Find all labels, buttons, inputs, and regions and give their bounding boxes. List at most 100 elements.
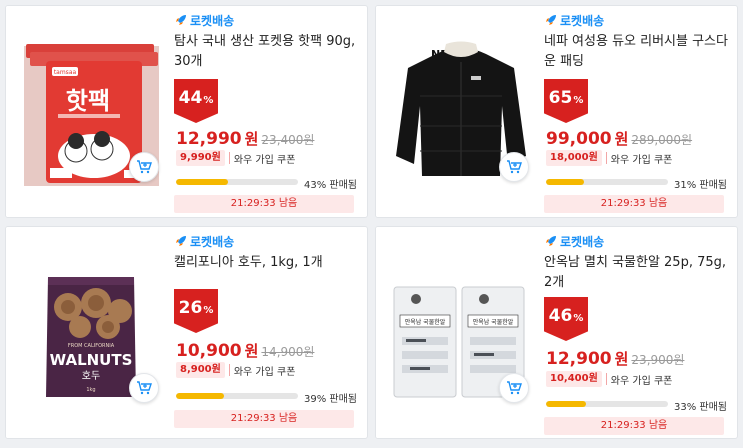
add-to-cart-button[interactable]: [499, 373, 529, 403]
sold-progress-fill: [176, 179, 229, 185]
product-card-hotpack[interactable]: tamsaa 핫팩 로켓배송 탐사 국내 생산 포켓용 핫팩 90g, 30개 …: [5, 5, 368, 218]
cart-plus-icon: [137, 381, 152, 395]
sold-text: 39% 판매됨: [304, 394, 358, 405]
sold-progress-bar: [546, 401, 668, 407]
product-title[interactable]: 안옥남 멸치 국물한알 25p, 75g, 2개: [544, 253, 730, 293]
coupon-row: 10,400원 와우 가입 쿠폰: [546, 371, 672, 387]
sold-progress-bar: [546, 179, 668, 185]
countdown-timer: 21:29:33 남음: [544, 417, 724, 435]
product-card-anchovy[interactable]: 안옥남 국물한알 안옥남 국물한알 로켓배송 안옥남 멸치 국물한알 25p, …: [375, 226, 738, 439]
delivery-label: 로켓배송: [190, 13, 235, 28]
discount-value: 65: [548, 88, 573, 108]
sale-price: 99,000: [546, 129, 612, 149]
original-price: 289,000원: [631, 133, 693, 147]
cart-plus-icon: [137, 160, 152, 174]
price-row: 99,000 원 289,000원: [546, 128, 693, 149]
coupon-price: 9,990원: [176, 150, 225, 166]
rocket-delivery-badge: 로켓배송: [544, 232, 604, 250]
countdown-timer: 21:29:33 남음: [174, 195, 354, 213]
cart-plus-icon: [507, 381, 522, 395]
coupon-price: 8,900원: [176, 362, 225, 378]
add-to-cart-button[interactable]: [499, 152, 529, 182]
coupon-row: 18,000원 와우 가입 쿠폰: [546, 150, 672, 166]
image-origin-text: FROM CALIFORNIA: [68, 343, 115, 349]
discount-badge: 44%: [174, 79, 218, 123]
original-price: 23,900원: [631, 353, 685, 367]
sold-progress-fill: [176, 393, 224, 399]
image-brand-text: tamsaa: [54, 69, 77, 76]
product-image[interactable]: NEPA: [376, 6, 541, 217]
coupon-row: 9,990원 와우 가입 쿠폰: [176, 150, 295, 166]
currency-label: 원: [614, 130, 629, 148]
rocket-delivery-badge: 로켓배송: [174, 11, 234, 29]
currency-label: 원: [614, 350, 629, 368]
product-title[interactable]: 네파 여성용 듀오 리버시블 구스다운 패딩: [544, 32, 730, 72]
sold-text: 43% 판매됨: [304, 180, 358, 191]
currency-label: 원: [244, 130, 259, 148]
coupon-text: 와우 가입 쿠폰: [233, 366, 296, 378]
coupon-divider: [228, 364, 230, 376]
product-image[interactable]: tamsaa 핫팩: [6, 6, 171, 217]
discount-value: 44: [178, 88, 203, 108]
image-kor-text: 호두: [82, 370, 100, 382]
price-row: 10,900 원 14,900원: [176, 340, 315, 361]
coupon-divider: [228, 152, 230, 164]
image-name-text: 안옥남 국물한알: [473, 318, 514, 326]
sale-price: 12,990: [176, 129, 242, 149]
rocket-icon: [176, 15, 186, 25]
rocket-icon: [176, 236, 186, 246]
percent-symbol: %: [203, 94, 214, 106]
coupon-text: 와우 가입 쿠폰: [610, 375, 673, 387]
product-image[interactable]: 안옥남 국물한알 안옥남 국물한알: [376, 227, 541, 438]
rocket-icon: [546, 15, 556, 25]
coupon-divider: [605, 373, 607, 385]
coupon-price: 10,400원: [546, 371, 602, 387]
product-title[interactable]: 탐사 국내 생산 포켓용 핫팩 90g, 30개: [174, 32, 360, 72]
discount-value: 26: [178, 298, 203, 318]
percent-symbol: %: [573, 312, 584, 324]
discount-badge: 46%: [544, 297, 588, 341]
percent-symbol: %: [573, 94, 584, 106]
sold-progress-bar: [176, 179, 298, 185]
image-name-text: 안옥남 국물한알: [405, 318, 446, 326]
coupon-row: 8,900원 와우 가입 쿠폰: [176, 362, 295, 378]
rocket-delivery-badge: 로켓배송: [544, 11, 604, 29]
cart-plus-icon: [507, 160, 522, 174]
price-row: 12,900 원 23,900원: [546, 348, 685, 369]
discount-value: 46: [548, 306, 573, 326]
delivery-label: 로켓배송: [560, 234, 605, 249]
image-weight-text: 1kg: [86, 387, 95, 393]
rocket-icon: [546, 236, 556, 246]
image-name-text: WALNUTS: [50, 351, 133, 369]
discount-badge: 26%: [174, 289, 218, 333]
original-price: 14,900원: [261, 345, 315, 359]
product-grid: tamsaa 핫팩 로켓배송 탐사 국내 생산 포켓용 핫팩 90g, 30개 …: [0, 0, 743, 448]
delivery-label: 로켓배송: [560, 13, 605, 28]
image-name-text: 핫팩: [66, 87, 110, 115]
sold-progress-fill: [546, 179, 584, 185]
sold-text: 31% 판매됨: [674, 180, 728, 191]
delivery-label: 로켓배송: [190, 234, 235, 249]
sale-price: 10,900: [176, 341, 242, 361]
product-title[interactable]: 캘리포니아 호두, 1kg, 1개: [174, 253, 360, 273]
coupon-price: 18,000원: [546, 150, 602, 166]
coupon-text: 와우 가입 쿠폰: [610, 154, 673, 166]
price-row: 12,990 원 23,400원: [176, 128, 315, 149]
rocket-delivery-badge: 로켓배송: [174, 232, 234, 250]
coupon-text: 와우 가입 쿠폰: [233, 154, 296, 166]
product-card-padding[interactable]: NEPA: [375, 5, 738, 218]
original-price: 23,400원: [261, 133, 315, 147]
currency-label: 원: [244, 342, 259, 360]
sold-text: 33% 판매됨: [674, 402, 728, 413]
coupon-divider: [605, 152, 607, 164]
percent-symbol: %: [203, 304, 214, 316]
sold-progress-fill: [546, 401, 587, 407]
countdown-timer: 21:29:33 남음: [544, 195, 724, 213]
countdown-timer: 21:29:33 남음: [174, 410, 354, 428]
discount-badge: 65%: [544, 79, 588, 123]
sale-price: 12,900: [546, 349, 612, 369]
product-image[interactable]: FROM CALIFORNIA WALNUTS 호두 1kg: [6, 227, 171, 438]
add-to-cart-button[interactable]: [129, 373, 159, 403]
product-card-walnuts[interactable]: FROM CALIFORNIA WALNUTS 호두 1kg 로켓배송 캘리포니…: [5, 226, 368, 439]
add-to-cart-button[interactable]: [129, 152, 159, 182]
